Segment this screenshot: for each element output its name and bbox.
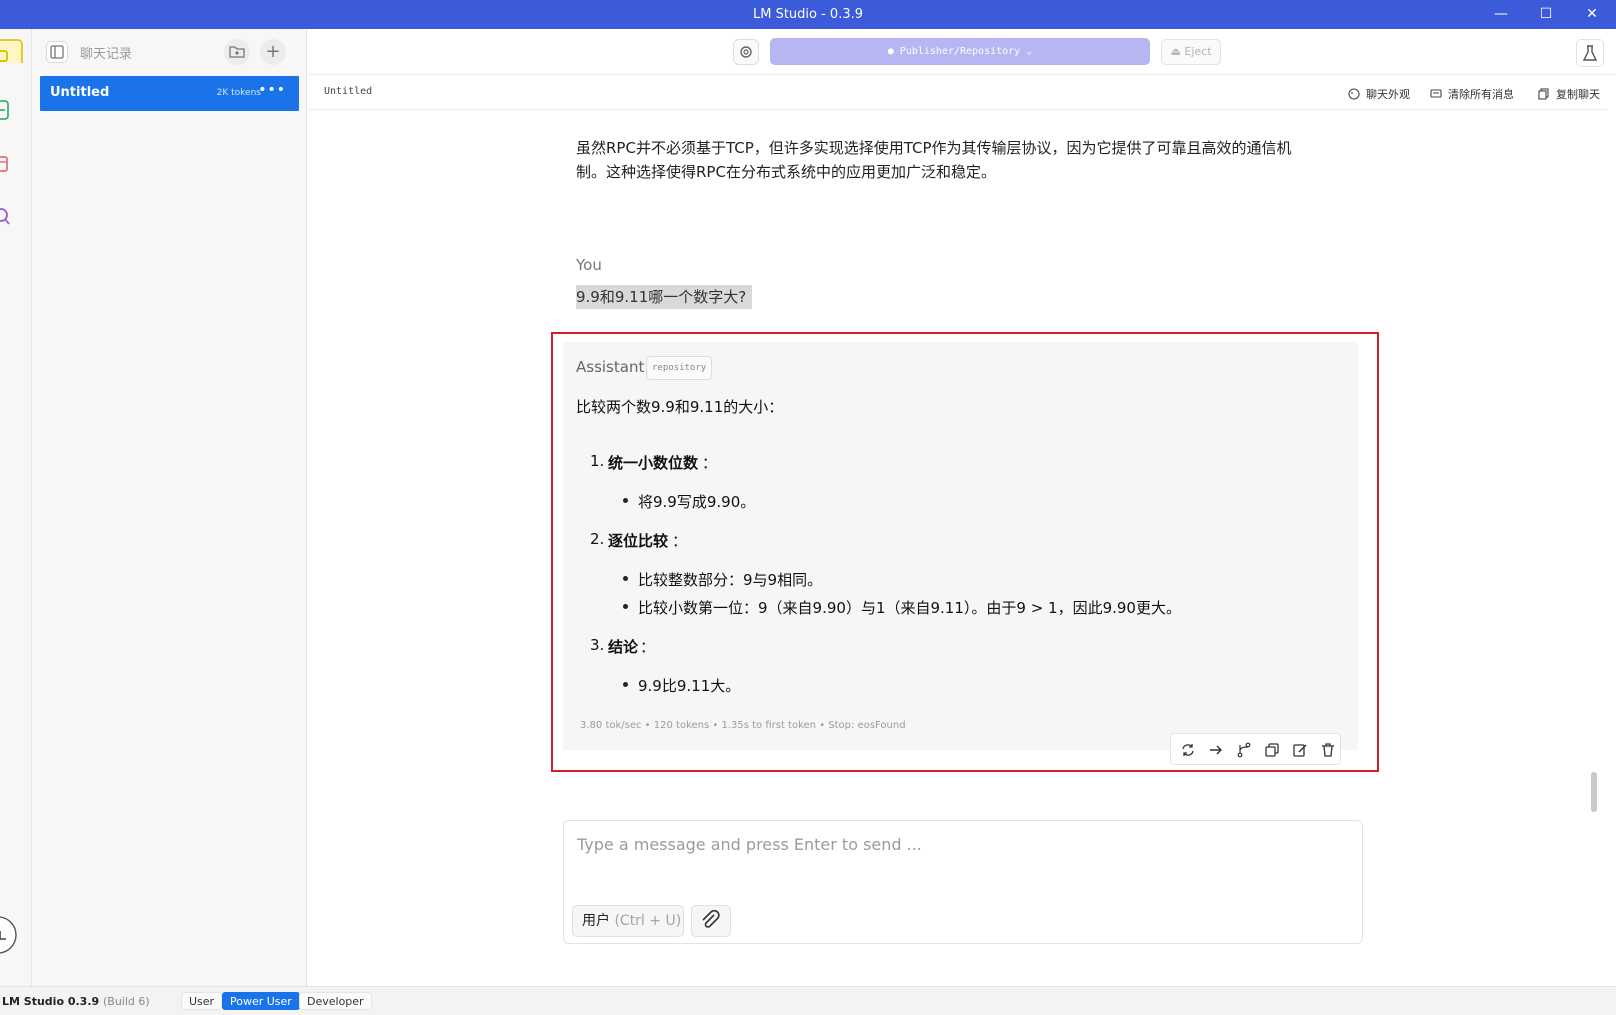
regenerate-icon[interactable] [1179,741,1197,759]
list-item: 将9.9写成9.90。 [638,493,756,511]
palette-icon [1348,88,1360,100]
list-item: 比较小数第一位：9（来自9.90）与1（来自9.11）。由于9 > 1，因此9.… [638,599,1181,617]
eject-icon: ⏏ [1170,45,1181,58]
sidebar-title: 聊天记录 [80,47,133,62]
chat-appearance-button[interactable]: 聊天外观 [1348,86,1410,102]
sidebar-toggle-icon[interactable] [46,41,68,63]
step-colon: ： [702,454,718,472]
build-number: (Build 6) [103,995,150,1008]
edit-icon[interactable] [1291,741,1309,759]
chat-token-count: 2K tokens [216,88,261,98]
step-colon: ： [640,638,656,656]
chat-icon[interactable] [0,39,24,63]
status-bar: LM Studio 0.3.9 (Build 6) User Power Use… [0,986,1616,1015]
model-selector[interactable]: ● Publisher/Repository ⌄ [770,38,1150,65]
copy-icon[interactable] [1263,741,1281,759]
mode-power-user[interactable]: Power User [222,992,300,1010]
minimize-icon[interactable]: — [1491,4,1511,24]
continue-arrow-icon[interactable] [1207,741,1225,759]
chat-subheader: Untitled 聊天外观 清除所有消息 复制聊天 [308,76,1608,110]
chat-title: Untitled [50,85,110,100]
role-label: 用户 [582,913,610,929]
generation-stats: 3.80 tok/sec • 120 tokens • 1.35s to fir… [580,720,906,731]
list-item: 9.9比9.11大。 [638,677,741,695]
clear-messages-label: 清除所有消息 [1448,88,1514,101]
eject-button[interactable]: ⏏ Eject [1161,39,1221,65]
copy-chat-button[interactable]: 复制聊天 [1538,86,1600,102]
step-colon: ： [672,532,688,550]
chat-breadcrumb: Untitled [324,86,373,97]
app-version: LM Studio 0.3.9 (Build 6) [2,995,150,1008]
list-item: 比较整数部分：9与9相同。 [638,571,823,589]
close-icon[interactable]: ✕ [1582,4,1602,24]
branch-icon[interactable] [1235,741,1253,759]
clear-messages-button[interactable]: 清除所有消息 [1430,86,1514,102]
answer-intro: 比较两个数9.9和9.11的大小： [576,398,784,416]
mode-developer[interactable]: Developer [299,992,372,1010]
new-chat-button[interactable]: + [260,39,286,65]
bullet-icon [623,682,628,687]
step-title: 结论 [608,638,639,656]
role-shortcut-hint: (Ctrl + U) [614,913,682,929]
clear-messages-icon [1430,89,1442,98]
title-bar: LM Studio - 0.3.9 — ☐ ✕ [0,0,1616,29]
model-tag: repository [646,356,713,380]
step-number: 2. [590,530,605,548]
sidebar-header: 聊天记录 + [32,29,307,75]
assistant-label: Assistant [576,358,645,376]
scrollbar-thumb[interactable] [1591,772,1597,812]
bullet-icon [623,576,628,581]
nav-rail [0,29,32,986]
message-input-placeholder[interactable]: Type a message and press Enter to send .… [577,835,922,854]
top-bar: ● Publisher/Repository ⌄ ⏏ Eject [308,29,1616,75]
message-composer[interactable]: Type a message and press Enter to send .… [563,820,1363,944]
user-message: 9.9和9.11哪一个数字大? [576,285,753,309]
more-options-icon[interactable]: ••• [258,82,286,98]
gear-icon[interactable] [733,39,759,65]
delete-icon[interactable] [1319,741,1337,759]
paperclip-icon [702,909,720,928]
folder-icon[interactable] [0,153,24,177]
chat-appearance-label: 聊天外观 [1366,88,1410,101]
eject-label: Eject [1184,45,1212,58]
step-number: 3. [590,636,605,654]
flask-icon[interactable] [1576,39,1604,67]
chevron-down-icon: ⌄ [1026,46,1033,57]
bullet-icon [623,498,628,503]
copy-chat-label: 复制聊天 [1556,88,1600,101]
model-icon: ● [887,46,894,57]
user-label: You [576,256,602,274]
maximize-icon[interactable]: ☐ [1536,4,1556,24]
step-number: 1. [590,452,605,470]
role-toggle-button[interactable]: 用户 (Ctrl + U) [572,905,684,937]
chat-list-item[interactable]: Untitled 2K tokens ••• [40,76,299,111]
bullet-icon [623,604,628,609]
copy-chat-icon [1538,88,1549,100]
attach-file-button[interactable] [691,905,731,937]
step-title: 统一小数位数 [608,454,699,472]
new-folder-icon[interactable] [224,39,250,65]
previous-assistant-text: 虽然RPC并不必须基于TCP，但许多实现选择使用TCP作为其传输层协议，因为它提… [576,139,1292,181]
download-icon[interactable] [0,915,28,955]
message-actions [1170,733,1341,765]
window-title: LM Studio - 0.3.9 [752,7,864,22]
model-name: Publisher/Repository [899,46,1021,57]
search-icon[interactable] [0,205,24,229]
sidebar: 聊天记录 + Untitled 2K tokens ••• [32,29,307,986]
step-title: 逐位比较 [608,532,669,550]
app-name: LM Studio 0.3.9 [2,995,100,1008]
terminal-icon[interactable] [0,99,24,123]
mode-user[interactable]: User [181,992,223,1010]
